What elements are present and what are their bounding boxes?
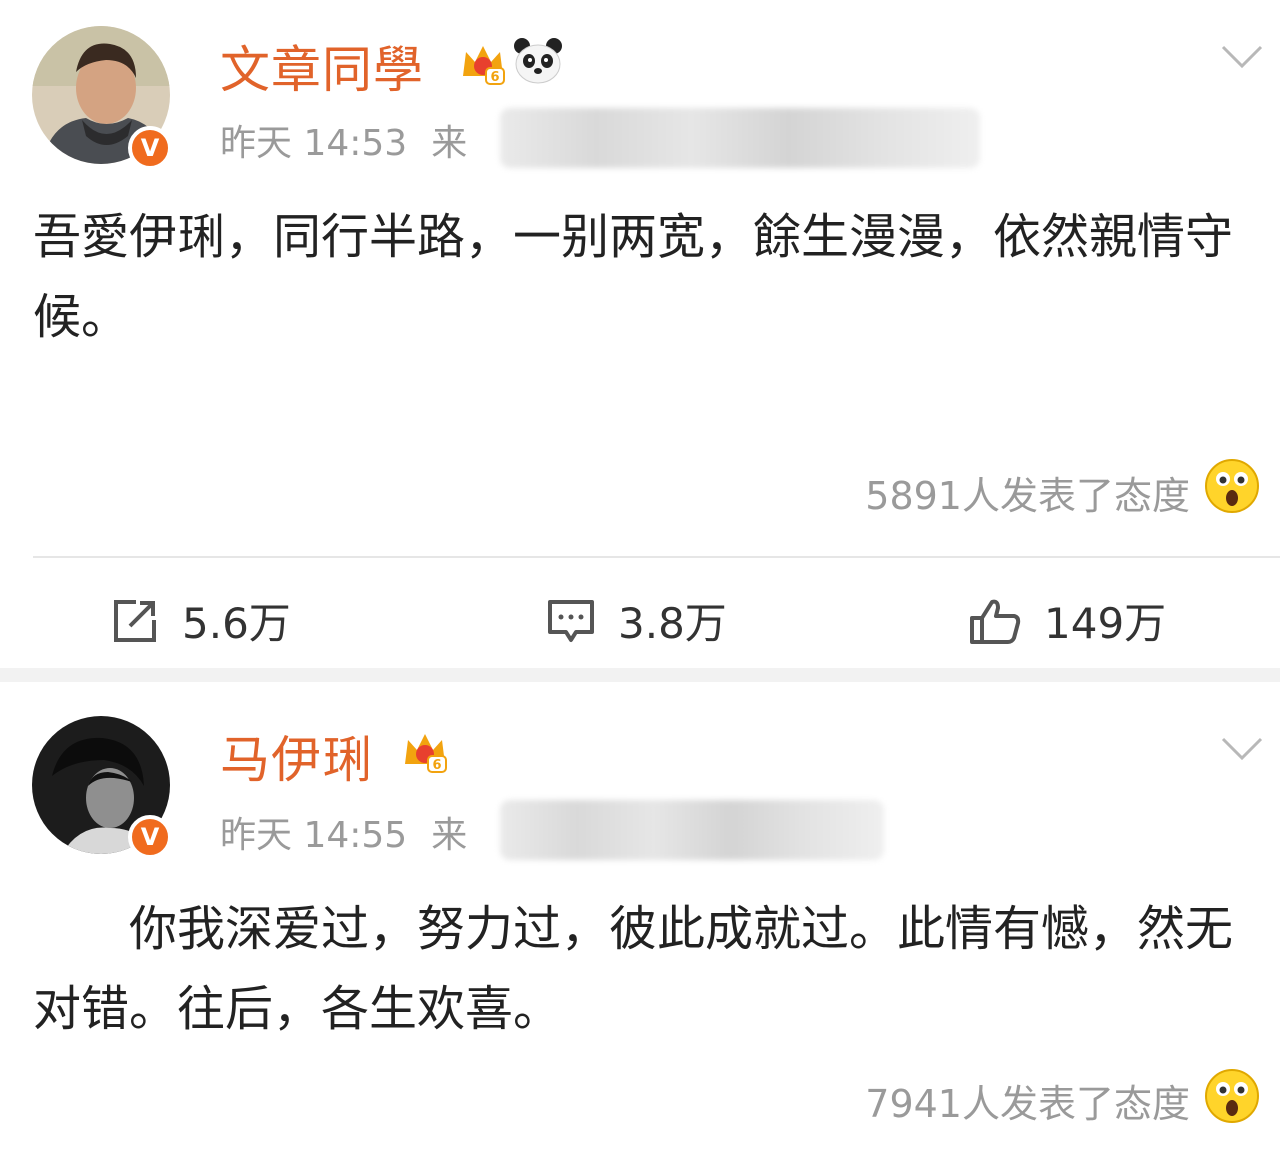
post-text: 你我深爱过，努力过，彼此成就过。此情有憾，然无对错。往后，各生欢喜。 [33, 901, 1234, 1037]
like-count: 149万 [1044, 599, 1167, 648]
redacted-source [500, 108, 980, 168]
divider [33, 556, 1280, 558]
post-source-prefix: 来 [431, 815, 468, 856]
post-separator [0, 668, 1280, 682]
post-source-prefix: 来 [431, 123, 468, 164]
post-meta: 昨天 14:55 来 [220, 806, 467, 858]
chevron-down-icon[interactable] [1220, 736, 1264, 762]
repost-button[interactable]: 5.6万 [110, 590, 291, 651]
verified-v-icon: V [128, 815, 172, 859]
redacted-source [500, 800, 884, 860]
weibo-post: V 文章同學 6 昨天 14:53 来 吾愛伊琍，同行半路，一别两宽，餘生漫漫，依… [0, 0, 1280, 675]
panda-icon [514, 38, 562, 84]
weibo-post: V 马伊琍 6 昨天 14:55 来 你我深爱过，努力过，彼此成就过。此情有憾，然… [0, 683, 1280, 1154]
svg-text:6: 6 [432, 758, 441, 773]
attitude-count[interactable]: 7941人发表了态度 [820, 1073, 1190, 1128]
attitude-count[interactable]: 5891人发表了态度 [820, 465, 1190, 520]
comment-icon [548, 599, 594, 642]
comment-count: 3.8万 [618, 599, 727, 648]
post-time: 昨天 14:53 [220, 123, 408, 164]
verified-v-icon: V [128, 126, 172, 170]
chevron-down-icon[interactable] [1220, 44, 1264, 70]
surprised-emoji-icon[interactable] [1204, 1068, 1260, 1124]
repost-count: 5.6万 [182, 599, 291, 648]
repost-icon [114, 599, 156, 642]
surprised-emoji-icon[interactable] [1204, 458, 1260, 514]
crown-icon: 6 [405, 734, 447, 773]
username[interactable]: 文章同學 [220, 30, 424, 102]
post-time: 昨天 14:55 [220, 815, 408, 856]
post-meta: 昨天 14:53 来 [220, 114, 467, 166]
svg-text:6: 6 [490, 70, 499, 85]
crown-icon: 6 [463, 46, 505, 85]
like-button[interactable]: 149万 [968, 590, 1166, 651]
like-icon [970, 599, 1021, 644]
username[interactable]: 马伊琍 [220, 720, 373, 792]
comment-button[interactable]: 3.8万 [546, 590, 727, 651]
post-text: 吾愛伊琍，同行半路，一别两宽，餘生漫漫，依然親情守候。 [33, 209, 1234, 345]
